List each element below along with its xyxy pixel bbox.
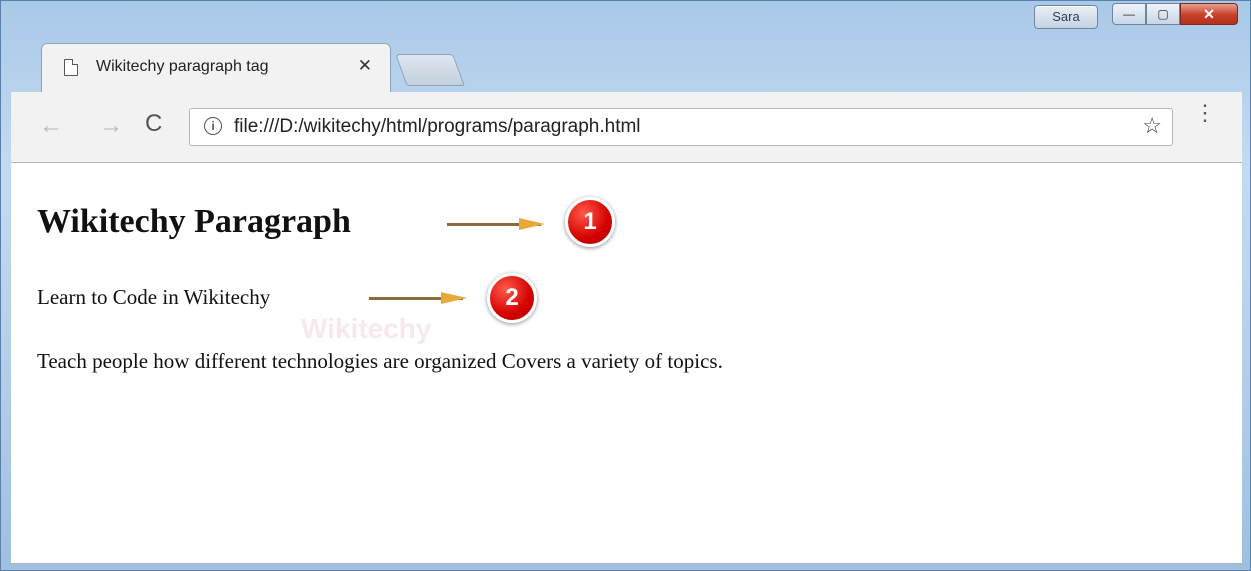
minimize-button[interactable]: — [1112, 3, 1146, 25]
user-profile-badge[interactable]: Sara [1034, 5, 1098, 29]
forward-button[interactable]: → [99, 112, 123, 140]
tab-title: Wikitechy paragraph tag [96, 58, 269, 75]
window-controls: Sara — ▢ ✕ [1034, 3, 1238, 29]
bookmark-star-icon[interactable]: ☆ [1142, 113, 1162, 139]
annotation-badge-2: 2 [487, 273, 537, 323]
tab-content: Wikitechy paragraph tag [64, 58, 269, 76]
browser-tab[interactable]: Wikitechy paragraph tag ✕ [41, 43, 391, 93]
annotation-arrow-2 [369, 292, 467, 304]
reload-button[interactable]: C [145, 110, 162, 138]
back-button[interactable]: ← [39, 112, 63, 140]
page-icon [64, 58, 78, 76]
page-viewport: Wikitechy Wikitechy Paragraph 1 Learn to… [11, 163, 1242, 564]
paragraph-1: Learn to Code in Wikitechy [37, 285, 271, 309]
window-control-group: — ▢ ✕ [1112, 3, 1238, 25]
new-tab-button[interactable] [395, 54, 465, 86]
close-window-button[interactable]: ✕ [1180, 3, 1238, 25]
annotation-badge-1: 1 [565, 197, 615, 247]
page-heading: Wikitechy Paragraph [37, 203, 351, 240]
tab-close-button[interactable]: ✕ [358, 56, 372, 76]
watermark-logo: Wikitechy [301, 313, 432, 344]
annotation-arrow-1 [447, 218, 545, 230]
maximize-button[interactable]: ▢ [1146, 3, 1180, 25]
address-bar[interactable]: i file:///D:/wikitechy/html/programs/par… [189, 108, 1173, 146]
browser-menu-button[interactable]: ⋮ [1194, 102, 1216, 124]
info-icon[interactable]: i [204, 117, 222, 135]
browser-window: Sara — ▢ ✕ Wikitechy paragraph tag ✕ ← →… [0, 0, 1251, 571]
browser-toolbar: ← → C i file:///D:/wikitechy/html/progra… [11, 92, 1242, 163]
paragraph-2: Teach people how different technologies … [37, 349, 723, 373]
url-text[interactable]: file:///D:/wikitechy/html/programs/parag… [234, 116, 641, 138]
